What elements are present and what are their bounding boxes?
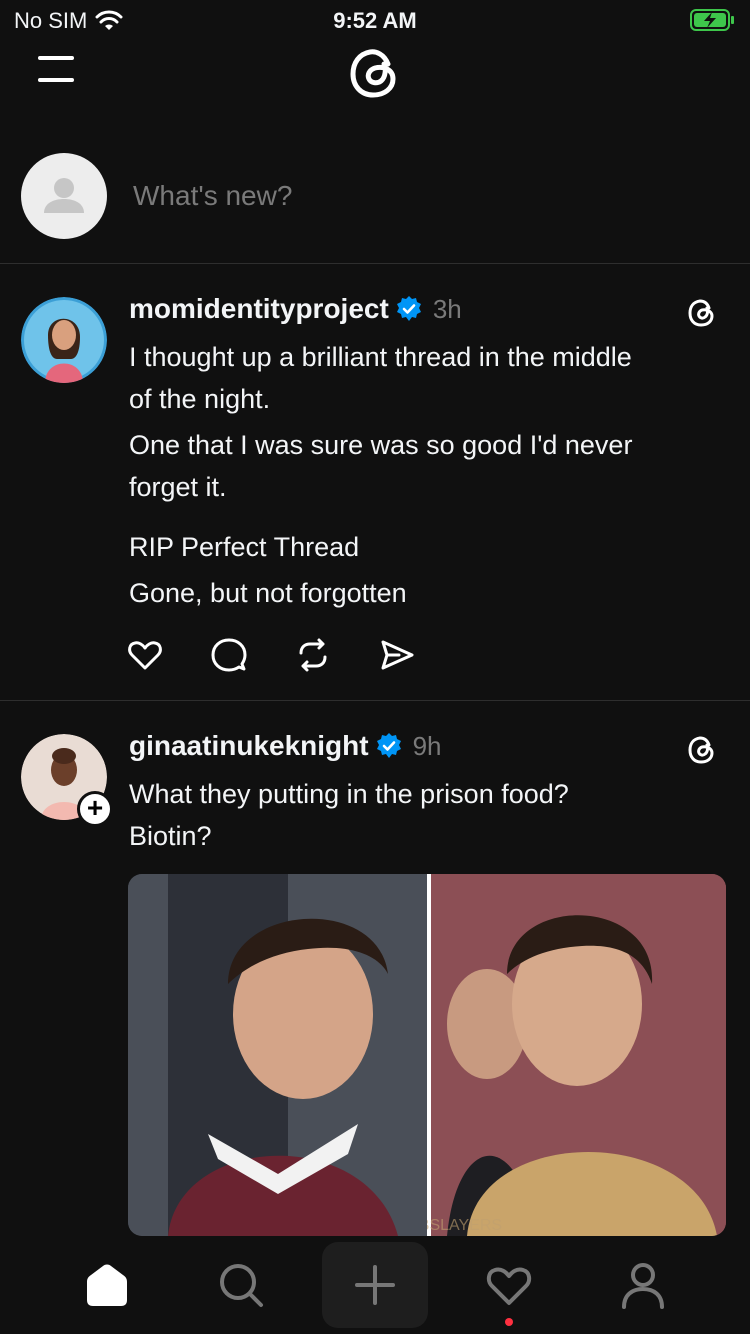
tab-profile[interactable] <box>590 1242 696 1328</box>
post-text: What they putting in the prison food? Bi… <box>129 773 719 857</box>
post-text-line: of the night. <box>129 384 271 414</box>
follow-plus-icon[interactable]: + <box>77 791 113 827</box>
post-image[interactable]: CELEBSLAYERS <box>128 874 726 1236</box>
post-text-line: What they putting in the prison food? <box>129 779 569 809</box>
post[interactable]: + ginaatinukeknight 9h What they putting… <box>0 702 750 1242</box>
tab-bar <box>0 1236 750 1334</box>
post-text-line: Biotin? <box>129 821 212 851</box>
avatar[interactable] <box>21 297 107 383</box>
post-text: I thought up a brilliant thread in the m… <box>129 336 719 614</box>
status-bar: No SIM 9:52 AM <box>0 0 750 40</box>
home-icon <box>87 1264 127 1306</box>
username[interactable]: momidentityproject <box>129 293 389 325</box>
post-header: ginaatinukeknight 9h <box>129 730 442 762</box>
clock: 9:52 AM <box>333 8 417 33</box>
tab-search[interactable] <box>188 1242 294 1328</box>
threads-logo-icon[interactable] <box>342 40 408 106</box>
comment-icon[interactable] <box>211 637 247 673</box>
notification-dot <box>505 1318 513 1326</box>
post[interactable]: momidentityproject 3h I thought up a bri… <box>0 265 750 701</box>
post-time: 9h <box>412 730 442 761</box>
profile-icon <box>622 1263 664 1309</box>
avatar[interactable] <box>21 153 107 239</box>
search-icon <box>220 1264 263 1307</box>
send-icon[interactable] <box>379 637 415 673</box>
repost-icon[interactable] <box>295 637 331 673</box>
post-header: momidentityproject 3h <box>129 293 462 325</box>
composer[interactable]: What's new? <box>0 140 750 264</box>
composer-placeholder[interactable]: What's new? <box>133 180 292 212</box>
verified-badge-icon <box>376 733 401 758</box>
watermark: CELEBSLAYERS <box>427 1217 502 1234</box>
post-text-line: I thought up a brilliant thread in the m… <box>129 342 632 372</box>
default-avatar-icon <box>44 178 84 213</box>
menu-icon[interactable] <box>36 52 76 86</box>
plus-icon <box>355 1265 395 1305</box>
tab-new-thread[interactable] <box>322 1242 428 1328</box>
username[interactable]: ginaatinukeknight <box>129 730 369 762</box>
heart-icon[interactable] <box>127 637 163 673</box>
threads-logo-icon[interactable] <box>684 295 720 331</box>
post-text-line: forget it. <box>129 472 227 502</box>
post-text-line: Gone, but not forgotten <box>129 578 407 608</box>
photo-right: CELEBSLAYERS <box>377 874 726 1236</box>
post-time: 3h <box>432 293 462 324</box>
post-text-line: RIP Perfect Thread <box>129 532 360 562</box>
post-actions <box>127 637 415 673</box>
tab-activity[interactable] <box>456 1242 562 1328</box>
verified-badge-icon <box>396 296 421 321</box>
tab-home[interactable] <box>54 1242 160 1328</box>
post-text-line: One that I was sure was so good I'd neve… <box>129 430 633 460</box>
heart-icon <box>486 1267 532 1305</box>
photo-left <box>128 874 427 1236</box>
battery-icon <box>690 8 736 37</box>
threads-logo-icon[interactable] <box>684 732 720 768</box>
